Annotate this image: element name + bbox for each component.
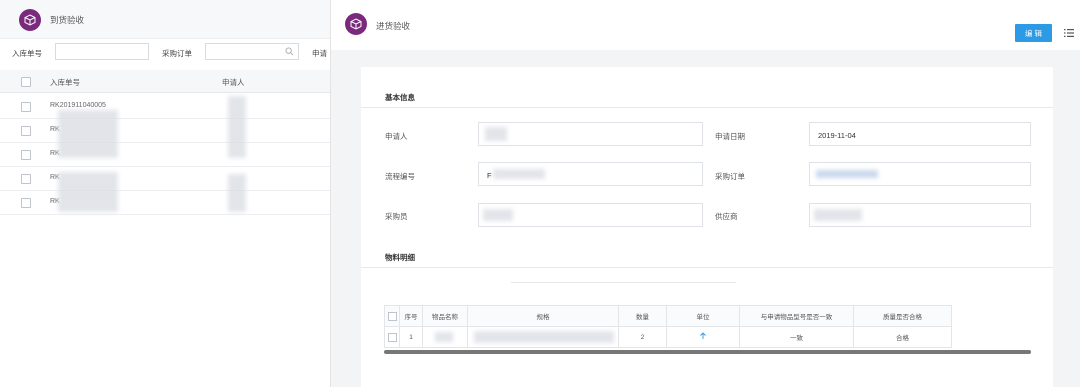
redacted-area xyxy=(435,332,453,342)
redacted-area xyxy=(228,174,246,212)
detail-panel: 进货验收 编 辑 基本信息 申请人 申请日期 2019-11-04 流程编号 F… xyxy=(331,0,1080,387)
list-menu-icon[interactable] xyxy=(1064,28,1074,38)
materials-table: 序号 物品名称 规格 数量 单位 与申请物品型号是否一致 质量是否合格 1 2 … xyxy=(384,305,952,348)
divider xyxy=(361,107,1053,108)
horizontal-scrollbar[interactable] xyxy=(384,350,1031,354)
select-all-checkbox[interactable] xyxy=(387,311,397,321)
row-checkbox-cell xyxy=(384,326,400,348)
row-checkbox[interactable] xyxy=(21,174,31,184)
col-qty: 数量 xyxy=(618,305,667,327)
col-unit: 单位 xyxy=(666,305,740,327)
row-checkbox[interactable] xyxy=(21,198,31,208)
applicant-field[interactable] xyxy=(478,122,703,146)
po-field[interactable] xyxy=(809,162,1031,186)
detail-title: 进货验收 xyxy=(376,21,411,31)
buyer-field[interactable] xyxy=(478,203,703,227)
materials-header-row: 序号 物品名称 规格 数量 单位 与申请物品型号是否一致 质量是否合格 xyxy=(384,305,952,327)
table-row[interactable]: RK xyxy=(0,142,330,167)
seq-cell: 1 xyxy=(399,326,423,348)
supplier-label: 供应商 xyxy=(715,212,738,221)
quality-cell: 合格 xyxy=(853,326,952,348)
detail-header: 进货验收 编 辑 xyxy=(331,0,1080,50)
unit-cell[interactable] xyxy=(666,326,740,348)
arrival-list-panel: 到货验收 入库单号 采购订单 申请 入库单号 申请人 RK20191104000… xyxy=(0,0,331,387)
redacted-area xyxy=(474,331,614,343)
table-row[interactable]: 1 2 一致 合格 xyxy=(384,326,952,348)
redacted-area xyxy=(58,110,118,158)
po-search-input[interactable] xyxy=(205,43,299,60)
col-consistent: 与申请物品型号是否一致 xyxy=(739,305,854,327)
col-item-name: 物品名称 xyxy=(422,305,468,327)
table-row[interactable]: RK201911040005 xyxy=(0,94,330,119)
supplier-field[interactable] xyxy=(809,203,1031,227)
spec-cell xyxy=(467,326,619,348)
col-seq: 序号 xyxy=(399,305,423,327)
flow-no-field[interactable]: F xyxy=(478,162,703,186)
filter-po-label: 采购订单 xyxy=(162,49,192,58)
row-checkbox[interactable] xyxy=(387,332,397,342)
materials-heading: 物料明细 xyxy=(385,253,415,262)
search-icon[interactable] xyxy=(285,47,294,56)
qty-cell: 2 xyxy=(618,326,667,348)
apply-date-label: 申请日期 xyxy=(715,132,745,141)
header-checkbox-cell xyxy=(384,305,400,327)
redacted-area xyxy=(485,127,507,141)
col-spec: 规格 xyxy=(467,305,619,327)
po-label: 采购订单 xyxy=(715,172,745,181)
box-logo-icon xyxy=(345,13,367,35)
box-logo-icon xyxy=(19,9,41,31)
table-row[interactable]: RK xyxy=(0,118,330,143)
item-name-cell xyxy=(422,326,468,348)
inbound-no-input[interactable] xyxy=(55,43,149,60)
basic-info-heading: 基本信息 xyxy=(385,93,415,102)
flow-no-label: 流程编号 xyxy=(385,172,415,181)
row-checkbox[interactable] xyxy=(21,126,31,136)
edit-button[interactable]: 编 辑 xyxy=(1015,24,1052,42)
redacted-area xyxy=(228,96,246,158)
col-quality: 质量是否合格 xyxy=(853,305,952,327)
redacted-area xyxy=(814,209,862,221)
inbound-no-cell[interactable]: RK201911040005 xyxy=(50,102,106,109)
redacted-area xyxy=(493,169,545,179)
list-header: 到货验收 xyxy=(0,0,330,39)
arrow-up-icon[interactable] xyxy=(699,332,707,340)
row-checkbox[interactable] xyxy=(21,102,31,112)
redacted-area xyxy=(483,209,513,221)
list-title: 到货验收 xyxy=(50,15,85,25)
table-row[interactable]: RK xyxy=(0,190,330,215)
applicant-label: 申请人 xyxy=(385,132,408,141)
filter-bar: 入库单号 采购订单 申请 xyxy=(0,38,330,70)
consistent-cell: 一致 xyxy=(739,326,854,348)
filter-applicant-label: 申请 xyxy=(312,49,327,58)
redacted-area xyxy=(58,172,118,212)
col-applicant: 申请人 xyxy=(222,78,245,87)
divider xyxy=(511,282,736,283)
table-row[interactable]: RK xyxy=(0,166,330,191)
row-checkbox[interactable] xyxy=(21,150,31,160)
filter-inbound-no-label: 入库单号 xyxy=(12,49,42,58)
redacted-link xyxy=(816,170,878,178)
select-all-checkbox[interactable] xyxy=(21,77,31,87)
apply-date-field[interactable]: 2019-11-04 xyxy=(809,122,1031,146)
buyer-label: 采购员 xyxy=(385,212,408,221)
list-table-header: 入库单号 申请人 xyxy=(0,70,330,93)
divider xyxy=(361,267,1053,268)
flow-no-value: F xyxy=(487,171,492,180)
col-inbound-no: 入库单号 xyxy=(50,78,80,87)
